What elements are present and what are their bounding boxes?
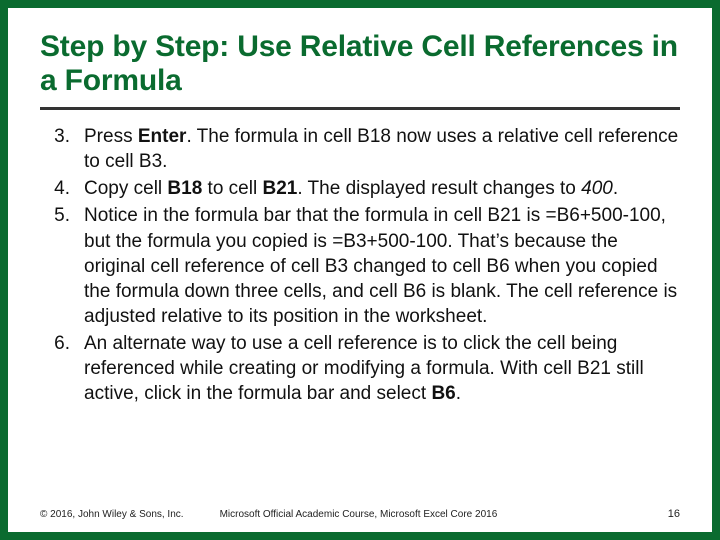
step-text: Copy cell B18 to cell B21. The displayed… xyxy=(84,176,680,201)
slide-title: Step by Step: Use Relative Cell Referenc… xyxy=(40,30,680,107)
step-text: An alternate way to use a cell reference… xyxy=(84,331,680,406)
step-number: 6. xyxy=(40,331,84,406)
slide-body: 3. Press Enter. The formula in cell B18 … xyxy=(40,124,680,502)
slide-footer: © 2016, John Wiley & Sons, Inc. Microsof… xyxy=(40,502,680,520)
slide: Step by Step: Use Relative Cell Referenc… xyxy=(8,8,712,532)
step-text: Notice in the formula bar that the formu… xyxy=(84,203,680,328)
step-item: 3. Press Enter. The formula in cell B18 … xyxy=(40,124,680,174)
step-number: 3. xyxy=(40,124,84,174)
footer-copyright: © 2016, John Wiley & Sons, Inc. xyxy=(40,509,184,520)
title-rule xyxy=(40,107,680,110)
step-number: 5. xyxy=(40,203,84,328)
step-number: 4. xyxy=(40,176,84,201)
step-item: 5. Notice in the formula bar that the fo… xyxy=(40,203,680,328)
step-item: 4. Copy cell B18 to cell B21. The displa… xyxy=(40,176,680,201)
step-item: 6. An alternate way to use a cell refere… xyxy=(40,331,680,406)
footer-course: Microsoft Official Academic Course, Micr… xyxy=(220,509,668,520)
step-text: Press Enter. The formula in cell B18 now… xyxy=(84,124,680,174)
footer-page-number: 16 xyxy=(668,508,680,520)
step-list: 3. Press Enter. The formula in cell B18 … xyxy=(40,124,680,406)
